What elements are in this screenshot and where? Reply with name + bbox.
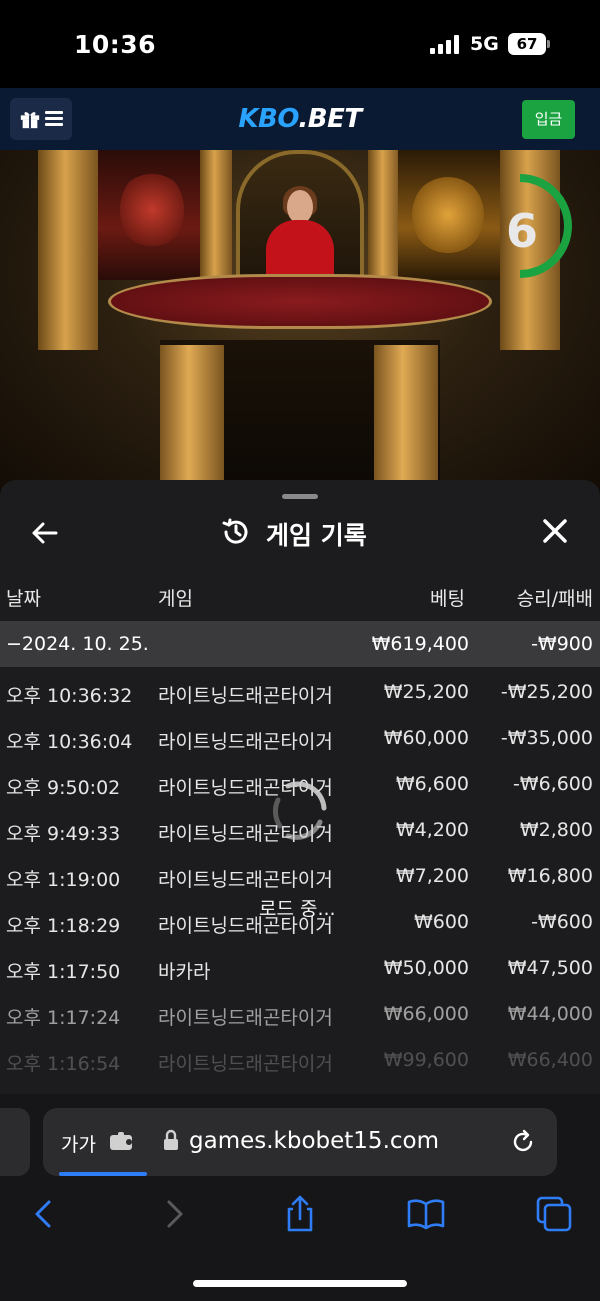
day-bet-total: ₩619,400 bbox=[371, 633, 469, 655]
row-bet: ₩25,200 bbox=[383, 681, 469, 703]
url-text: games.kbobet15.com bbox=[189, 1128, 440, 1154]
row-bet: ₩50,000 bbox=[383, 957, 469, 979]
dealer bbox=[266, 220, 334, 280]
pillar bbox=[200, 150, 232, 280]
share-icon[interactable] bbox=[280, 1194, 320, 1234]
row-bet: ₩66,000 bbox=[383, 1003, 469, 1025]
page-load-progress bbox=[59, 1172, 147, 1176]
loading-text: 로드 중... bbox=[259, 898, 336, 920]
day-date: −2024. 10. 25. bbox=[6, 633, 149, 655]
battery-icon: 67 bbox=[508, 33, 546, 55]
logo-part2: .BET bbox=[298, 104, 362, 134]
row-time: 오후 1:17:50 bbox=[6, 961, 121, 983]
book-icon[interactable] bbox=[406, 1194, 446, 1234]
table-row[interactable]: 오후 1:19:00 라이트닝드래곤타이거 ₩7,200 ₩16,800 bbox=[0, 853, 600, 899]
sheet-title: 게임 기록 bbox=[266, 521, 367, 550]
chevron-left-icon[interactable] bbox=[24, 1194, 64, 1234]
table-header: 날짜 게임 베팅 승리/패배 bbox=[0, 584, 600, 618]
pillar bbox=[38, 150, 98, 350]
reload-icon[interactable] bbox=[509, 1128, 537, 1156]
history-icon bbox=[222, 518, 248, 544]
row-time: 오후 1:17:24 bbox=[6, 1007, 121, 1029]
row-bet: ₩99,600 bbox=[383, 1049, 469, 1071]
row-bet: ₩600 bbox=[413, 911, 469, 933]
column-game: 게임 bbox=[158, 588, 193, 610]
home-indicator[interactable] bbox=[193, 1280, 407, 1287]
browser-bottom-bar: 가가 games.kbobet15.com bbox=[0, 1094, 600, 1301]
deposit-button[interactable]: 입금 bbox=[522, 100, 575, 139]
column-bet: 베팅 bbox=[430, 588, 465, 610]
row-time: 오후 1:18:29 bbox=[6, 915, 121, 937]
dragon-image bbox=[120, 170, 184, 250]
row-time: 오후 9:49:33 bbox=[6, 823, 121, 845]
browser-toolbar bbox=[0, 1194, 600, 1240]
row-bet: ₩7,200 bbox=[395, 865, 469, 887]
table-row[interactable]: 오후 1:17:24 라이트닝드래곤타이거 ₩66,000 ₩44,000 bbox=[0, 991, 600, 1037]
day-summary-row[interactable]: −2024. 10. 25. ₩619,400 -₩900 bbox=[0, 621, 600, 667]
live-video: 6 bbox=[0, 150, 600, 495]
table-leg bbox=[374, 345, 438, 495]
close-icon[interactable] bbox=[538, 514, 572, 548]
row-time: 오후 10:36:32 bbox=[6, 685, 133, 707]
arrow-left-icon[interactable] bbox=[28, 516, 62, 550]
game-history-sheet: 게임 기록 날짜 게임 베팅 승리/패배 −2024. 10. 25. ₩619… bbox=[0, 480, 600, 1101]
text-size-button[interactable]: 가가 bbox=[61, 1130, 96, 1157]
table-leg bbox=[160, 345, 224, 495]
row-win-loss: ₩16,800 bbox=[507, 865, 593, 887]
day-win-loss-total: -₩900 bbox=[531, 633, 593, 655]
table-row[interactable]: 오후 1:17:50 바카라 ₩50,000 ₩47,500 bbox=[0, 945, 600, 991]
column-win-loss: 승리/패배 bbox=[516, 588, 593, 610]
dealer-face bbox=[287, 190, 313, 224]
row-game: 라이트닝드래곤타이거 bbox=[158, 685, 333, 707]
address-bar[interactable]: 가가 games.kbobet15.com bbox=[43, 1108, 557, 1176]
column-date: 날짜 bbox=[6, 588, 41, 610]
tiger-image bbox=[412, 175, 484, 255]
row-game: 라이트닝드래곤타이거 bbox=[158, 869, 333, 891]
chevron-right-icon[interactable] bbox=[154, 1194, 194, 1234]
row-game: 바카라 bbox=[158, 961, 211, 983]
row-bet: ₩4,200 bbox=[395, 819, 469, 841]
loading-spinner-icon bbox=[272, 781, 327, 840]
logo-part1: KBO bbox=[238, 104, 299, 134]
table-row[interactable]: 오후 10:36:32 라이트닝드래곤타이거 ₩25,200 -₩25,200 bbox=[0, 669, 600, 715]
tabs-icon[interactable] bbox=[534, 1194, 574, 1234]
app-header: KBO.BET 입금 bbox=[0, 88, 600, 150]
signal-icon bbox=[430, 34, 462, 54]
brand-logo[interactable]: KBO.BET bbox=[0, 104, 600, 134]
row-time: 오후 9:50:02 bbox=[6, 777, 121, 799]
row-win-loss: ₩2,800 bbox=[519, 819, 593, 841]
row-win-loss: -₩600 bbox=[531, 911, 593, 933]
lock-icon bbox=[164, 1129, 178, 1150]
sheet-grabber[interactable] bbox=[282, 494, 318, 499]
row-game: 라이트닝드래곤타이거 bbox=[158, 1053, 333, 1075]
network-type: 5G bbox=[470, 33, 499, 55]
row-win-loss: -₩35,000 bbox=[500, 727, 593, 749]
row-win-loss: ₩66,400 bbox=[507, 1049, 593, 1071]
row-win-loss: -₩6,600 bbox=[512, 773, 593, 795]
pillar bbox=[368, 150, 400, 280]
status-time: 10:36 bbox=[74, 30, 157, 59]
table-row[interactable]: 오후 10:36:04 라이트닝드래곤타이거 ₩60,000 -₩35,000 bbox=[0, 715, 600, 761]
previous-tab-preview[interactable] bbox=[0, 1108, 30, 1176]
row-time: 오후 1:16:54 bbox=[6, 1053, 121, 1075]
game-table bbox=[108, 274, 492, 329]
row-win-loss: ₩44,000 bbox=[507, 1003, 593, 1025]
row-time: 오후 10:36:04 bbox=[6, 731, 133, 753]
row-win-loss: ₩47,500 bbox=[507, 957, 593, 979]
table-row[interactable]: 오후 1:16:54 라이트닝드래곤타이거 ₩99,600 ₩66,400 bbox=[0, 1037, 600, 1083]
row-bet: ₩60,000 bbox=[383, 727, 469, 749]
status-bar: 10:36 5G 67 bbox=[0, 0, 600, 88]
countdown-timer: 6 bbox=[506, 204, 539, 258]
extension-icon[interactable] bbox=[109, 1132, 133, 1152]
row-game: 라이트닝드래곤타이거 bbox=[158, 1007, 333, 1029]
row-game: 라이트닝드래곤타이거 bbox=[158, 731, 333, 753]
row-bet: ₩6,600 bbox=[395, 773, 469, 795]
row-time: 오후 1:19:00 bbox=[6, 869, 121, 891]
row-win-loss: -₩25,200 bbox=[500, 681, 593, 703]
battery-tip bbox=[547, 40, 550, 48]
